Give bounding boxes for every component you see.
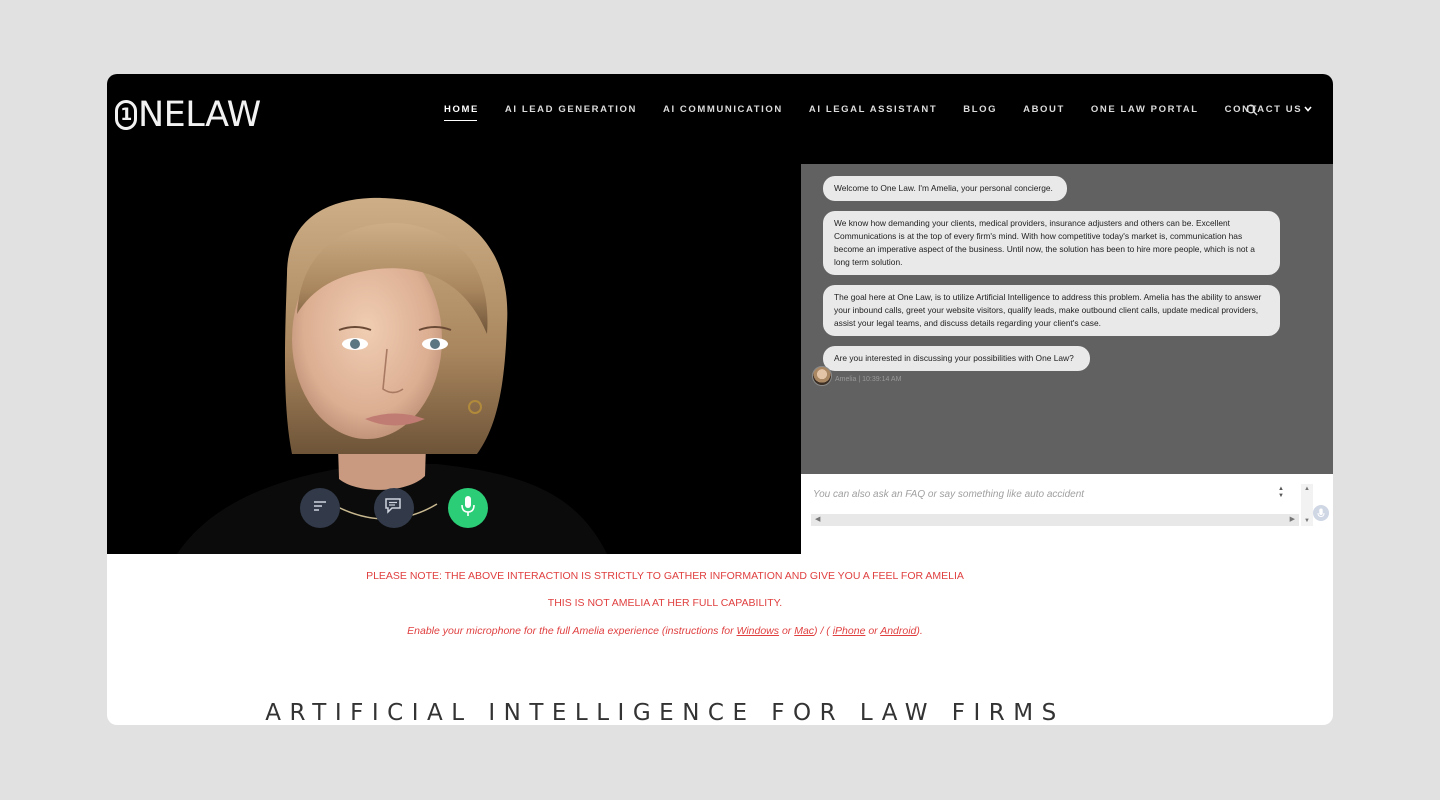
note-separator: or <box>865 625 881 637</box>
nav-item-about[interactable]: ABOUT <box>1023 104 1065 115</box>
main-nav: HOME AI LEAD GENERATION AI COMMUNICATION… <box>444 101 1333 121</box>
disclaimer-note: PLEASE NOTE: THE ABOVE INTERACTION IS ST… <box>366 570 964 582</box>
nav-item-blog[interactable]: BLOG <box>963 104 997 115</box>
bot-avatar <box>812 366 832 386</box>
capability-note: THIS IS NOT AMELIA AT HER FULL CAPABILIT… <box>547 597 783 609</box>
chat-message: We know how demanding your clients, medi… <box>823 211 1280 275</box>
chat-transcript: Welcome to One Law. I'm Amelia, your per… <box>801 164 1333 474</box>
note-separator: or <box>779 625 795 637</box>
transcript-icon <box>312 499 328 518</box>
voice-input-icon[interactable] <box>1313 505 1329 521</box>
horizontal-scrollbar[interactable]: ◀ ▶ <box>811 514 1299 526</box>
iphone-link[interactable]: iPhone <box>833 625 866 637</box>
nav-item-home[interactable]: HOME <box>444 104 479 121</box>
logo-mark: 1 <box>115 100 137 130</box>
browser-page: 1 NELAW HOME AI LEAD GENERATION AI COMMUN… <box>107 74 1333 725</box>
nav-item-one-law-portal[interactable]: ONE LAW PORTAL <box>1091 104 1199 115</box>
mac-link[interactable]: Mac <box>794 625 814 637</box>
note-separator: ) / ( <box>814 625 833 637</box>
site-header: 1 NELAW HOME AI LEAD GENERATION AI COMMUN… <box>107 74 1333 164</box>
avatar-controls <box>107 164 801 554</box>
microphone-note-text: Enable your microphone for the full Amel… <box>407 625 737 637</box>
scroll-right-icon[interactable]: ▶ <box>1290 515 1295 523</box>
transcript-button[interactable] <box>300 488 340 528</box>
section-heading: ARTIFICIAL INTELLIGENCE FOR LAW FIRMS <box>265 700 1065 725</box>
scroll-left-icon[interactable]: ◀ <box>815 515 820 523</box>
logo-text: NELAW <box>138 95 261 135</box>
chat-input[interactable] <box>811 484 1275 504</box>
scroll-down-icon[interactable]: ▼ <box>1304 518 1310 524</box>
chat-icon <box>384 497 404 520</box>
search-icon[interactable] <box>1246 103 1258 116</box>
windows-link[interactable]: Windows <box>737 625 780 637</box>
chat-message: Are you interested in discussing your po… <box>823 346 1090 371</box>
scroll-up-icon[interactable]: ▲ <box>1304 486 1310 492</box>
microphone-button[interactable] <box>448 488 488 528</box>
nav-item-ai-legal-assistant[interactable]: AI LEGAL ASSISTANT <box>809 104 937 115</box>
nav-item-contact-us-label: CONTACT US <box>1224 103 1303 115</box>
nav-item-contact-us[interactable]: CONTACT US <box>1225 104 1313 115</box>
chat-message: The goal here at One Law, is to utilize … <box>823 285 1280 336</box>
avatar-video <box>107 164 801 554</box>
chevron-down-icon <box>1304 104 1312 115</box>
message-timestamp: Amelia | 10:39:14 AM <box>835 376 902 383</box>
vertical-scrollbar[interactable]: ▲ ▼ <box>1301 484 1313 526</box>
nav-item-ai-communication[interactable]: AI COMMUNICATION <box>663 104 783 115</box>
chat-toggle-button[interactable] <box>374 488 414 528</box>
chat-input-panel: ▲▼ ◀ ▶ ▲ ▼ <box>801 474 1333 554</box>
microphone-icon <box>460 495 476 522</box>
chat-message: Welcome to One Law. I'm Amelia, your per… <box>823 176 1067 201</box>
site-logo[interactable]: 1 NELAW <box>115 95 261 135</box>
input-spinner[interactable]: ▲ ▼ <box>1277 486 1285 500</box>
android-link[interactable]: Android <box>880 625 916 637</box>
microphone-note: Enable your microphone for the full Amel… <box>107 625 1223 637</box>
note-suffix: ). <box>916 625 923 637</box>
nav-item-ai-lead-generation[interactable]: AI LEAD GENERATION <box>505 104 637 115</box>
